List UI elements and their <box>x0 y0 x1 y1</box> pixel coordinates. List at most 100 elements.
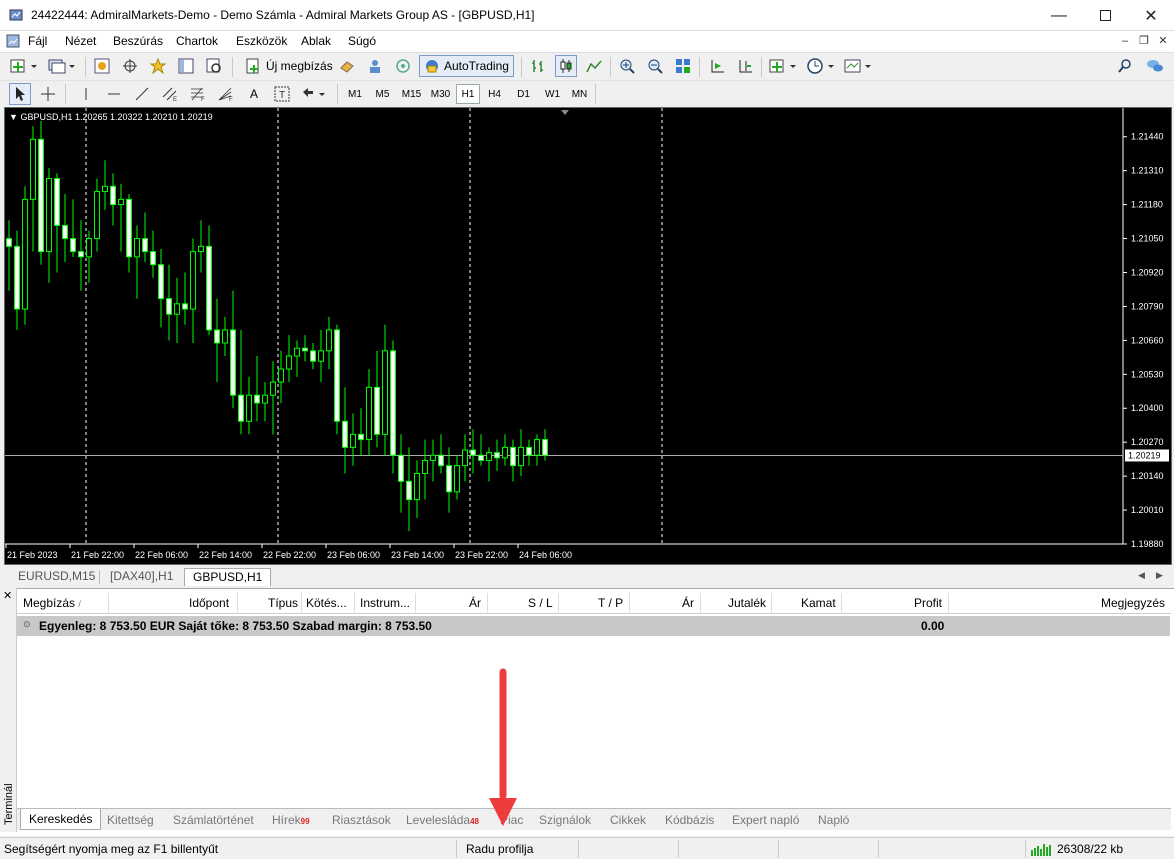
crosshair-icon[interactable] <box>119 55 141 77</box>
indicators-button[interactable] <box>767 55 799 77</box>
signals-icon[interactable] <box>364 55 386 77</box>
search-icon[interactable] <box>1114 55 1136 77</box>
price-chart[interactable]: 1.21440 1.21310 1.21180 1.21050 1.20920 1.207… <box>4 107 1172 565</box>
menu-window[interactable]: Ablak <box>301 34 331 48</box>
candle-body-29 <box>238 394 244 422</box>
tab-scroll-right-icon[interactable]: ▶ <box>1156 570 1163 581</box>
price-label-7: 1.20530 <box>1131 369 1164 379</box>
chart-canvas[interactable]: 1.21440 1.21310 1.21180 1.21050 1.20920 1.207… <box>5 108 1171 564</box>
cursor-icon[interactable] <box>9 83 31 105</box>
auto-scroll-icon[interactable] <box>706 55 728 77</box>
crosshair-tool-icon[interactable] <box>37 83 59 105</box>
tab-mailbox[interactable]: Levelesláda48 <box>406 813 479 827</box>
chat-icon[interactable] <box>1144 55 1166 77</box>
col-swap[interactable]: Kamat <box>801 596 836 610</box>
tf-mn[interactable]: MN <box>567 84 592 104</box>
tf-m15[interactable]: M15 <box>398 84 425 104</box>
menu-help[interactable]: Súgó <box>348 34 376 48</box>
fibonacci-fan-icon[interactable]: F <box>215 83 237 105</box>
candle-body-62 <box>502 446 508 459</box>
balance-row[interactable]: ⊙ Egyenleg: 8 753.50 EUR Saját tőke: 8 7… <box>17 616 1170 636</box>
strategy-tester-icon[interactable] <box>203 55 225 77</box>
document-icon[interactable] <box>6 34 20 48</box>
tab-alerts[interactable]: Riasztások <box>332 813 391 827</box>
time-label-8: 24 Feb 06:00 <box>519 550 572 560</box>
time-label-7: 23 Feb 22:00 <box>455 550 508 560</box>
tab-scroll-left-icon[interactable]: ◀ <box>1138 570 1145 581</box>
tf-m1[interactable]: M1 <box>343 84 367 104</box>
tf-m30[interactable]: M30 <box>427 84 454 104</box>
maximize-button[interactable] <box>1082 0 1128 31</box>
new-order-button[interactable]: Új megbízás <box>240 55 337 77</box>
menu-tools[interactable]: Eszközök <box>236 34 287 48</box>
tf-h4[interactable]: H4 <box>482 84 507 104</box>
col-type[interactable]: Típus <box>268 596 298 610</box>
candlestick-icon[interactable] <box>555 55 577 77</box>
tf-m5[interactable]: M5 <box>370 84 395 104</box>
tile-windows-icon[interactable] <box>672 55 694 77</box>
vertical-line-icon[interactable] <box>75 83 97 105</box>
col-commission[interactable]: Jutalék <box>728 596 766 610</box>
col-symbol[interactable]: Instrum... <box>360 596 410 610</box>
tab-history[interactable]: Számlatörténet <box>173 813 254 827</box>
status-profile[interactable]: Radu profilja <box>466 842 533 856</box>
zoom-in-icon[interactable] <box>616 55 638 77</box>
bar-chart-icon[interactable] <box>527 55 549 77</box>
metaeditor-icon[interactable] <box>336 55 358 77</box>
fibonacci-retracement-icon[interactable]: F <box>187 83 209 105</box>
vps-icon[interactable] <box>392 55 414 77</box>
tab-trade[interactable]: Kereskedés <box>20 809 102 830</box>
zoom-out-icon[interactable] <box>644 55 666 77</box>
templates-button[interactable] <box>842 55 874 77</box>
menu-view[interactable]: Nézet <box>65 34 96 48</box>
menu-charts[interactable]: Chartok <box>176 34 218 48</box>
periods-button[interactable] <box>805 55 837 77</box>
tf-w1[interactable]: W1 <box>540 84 565 104</box>
tab-signals[interactable]: Szignálok <box>539 813 591 827</box>
col-price[interactable]: Ár <box>469 596 481 610</box>
col-profit[interactable]: Profit <box>914 596 942 610</box>
menu-insert[interactable]: Beszúrás <box>113 34 163 48</box>
data-window-icon[interactable] <box>175 55 197 77</box>
tab-experts[interactable]: Expert napló <box>732 813 799 827</box>
col-comment[interactable]: Megjegyzés <box>1101 596 1165 610</box>
favorites-icon[interactable] <box>147 55 169 77</box>
horizontal-line-icon[interactable] <box>103 83 125 105</box>
profiles-button[interactable] <box>46 55 78 77</box>
chart-shift-icon[interactable] <box>734 55 756 77</box>
line-chart-icon[interactable] <box>583 55 605 77</box>
mdi-minimize-button[interactable]: – <box>1118 34 1132 48</box>
tab-articles[interactable]: Cikkek <box>610 813 646 827</box>
menu-file[interactable]: Fájl <box>28 34 47 48</box>
equidistant-channel-icon[interactable]: E <box>159 83 181 105</box>
text-tool-icon[interactable]: A <box>243 83 265 105</box>
trendline-icon[interactable] <box>131 83 153 105</box>
mdi-close-button[interactable]: ✕ <box>1156 34 1170 48</box>
arrows-dropdown-icon[interactable] <box>299 83 329 105</box>
autotrading-button[interactable]: AutoTrading <box>419 55 514 77</box>
minimize-button[interactable]: — <box>1036 0 1082 31</box>
tab-journal[interactable]: Napló <box>818 813 849 827</box>
market-watch-icon[interactable] <box>91 55 113 77</box>
new-chart-button[interactable] <box>8 55 40 77</box>
connection-status-icon[interactable] <box>1030 842 1054 856</box>
chart-tab-dax40[interactable]: [DAX40],H1 <box>102 568 181 586</box>
col-volume[interactable]: Kötés... <box>306 596 347 610</box>
col-time[interactable]: Időpont <box>189 596 229 610</box>
terminal-close-icon[interactable]: ✕ <box>3 589 12 602</box>
mdi-restore-button[interactable]: ❐ <box>1137 34 1151 48</box>
close-button[interactable]: ✕ <box>1128 0 1174 31</box>
col-tp[interactable]: T / P <box>598 596 623 610</box>
chart-tab-gbpusd[interactable]: GBPUSD,H1 <box>184 568 272 586</box>
tab-exposure[interactable]: Kitettség <box>107 813 154 827</box>
tf-h1[interactable]: H1 <box>456 84 480 104</box>
tf-d1[interactable]: D1 <box>511 84 536 104</box>
text-label-icon[interactable]: T <box>271 83 293 105</box>
chart-collapse-icon[interactable]: ▼ <box>9 112 18 122</box>
tab-code-base[interactable]: Kódbázis <box>665 813 714 827</box>
col-current-price[interactable]: Ár <box>682 596 694 610</box>
col-order[interactable]: Megbízás / <box>23 596 81 610</box>
col-sl[interactable]: S / L <box>528 596 553 610</box>
chart-tab-eurusd[interactable]: EURUSD,M15 <box>10 568 103 586</box>
tab-news[interactable]: Hírek99 <box>272 813 310 827</box>
